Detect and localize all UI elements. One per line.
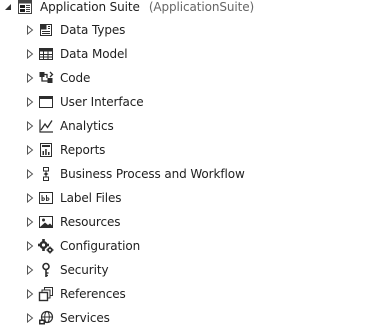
node-label: User Interface	[60, 95, 144, 109]
root-sublabel: (ApplicationSuite)	[148, 0, 255, 14]
collapsed-arrow-icon[interactable]	[25, 313, 35, 323]
node-label: Resources	[60, 215, 121, 229]
tree-node-data-model[interactable]: Data Model	[25, 44, 128, 64]
node-label: Analytics	[60, 119, 114, 133]
node-label: Label Files	[60, 191, 122, 205]
node-label: Configuration	[60, 239, 141, 253]
collapsed-arrow-icon[interactable]	[25, 217, 35, 227]
node-label: Services	[60, 311, 110, 325]
node-label: References	[60, 287, 126, 301]
tree-node-reports[interactable]: Reports	[25, 140, 105, 160]
globe-services-icon	[38, 310, 54, 326]
node-label: Reports	[60, 143, 106, 157]
image-resource-icon	[38, 214, 54, 230]
collapsed-arrow-icon[interactable]	[25, 169, 35, 179]
collapsed-arrow-icon[interactable]	[25, 97, 35, 107]
collapsed-arrow-icon[interactable]	[25, 265, 35, 275]
collapsed-arrow-icon[interactable]	[25, 241, 35, 251]
tree-node-data-types[interactable]: Data Types	[25, 20, 125, 40]
table-grid-icon	[38, 46, 54, 62]
data-types-icon	[38, 22, 54, 38]
project-icon	[17, 0, 33, 15]
report-icon	[38, 142, 54, 158]
collapsed-arrow-icon[interactable]	[25, 73, 35, 83]
window-icon	[38, 94, 54, 110]
node-label: Code	[60, 71, 91, 85]
tree-node-application-suite[interactable]: Application Suite (ApplicationSuite)	[3, 0, 254, 17]
tree-node-analytics[interactable]: Analytics	[25, 116, 114, 136]
gear-icon	[38, 238, 54, 254]
collapsed-arrow-icon[interactable]	[25, 49, 35, 59]
node-label: Business Process and Workflow	[60, 167, 245, 181]
line-chart-icon	[38, 118, 54, 134]
tree-node-configuration[interactable]: Configuration	[25, 236, 140, 256]
tree-node-business-process[interactable]: Business Process and Workflow	[25, 164, 245, 184]
stacked-references-icon	[38, 286, 54, 302]
tree-node-resources[interactable]: Resources	[25, 212, 120, 232]
tree-node-services[interactable]: Services	[25, 308, 110, 328]
tree-node-references[interactable]: References	[25, 284, 126, 304]
key-icon	[38, 262, 54, 278]
collapsed-arrow-icon[interactable]	[25, 193, 35, 203]
expanded-arrow-icon[interactable]	[3, 2, 13, 12]
collapsed-arrow-icon[interactable]	[25, 289, 35, 299]
tree-node-user-interface[interactable]: User Interface	[25, 92, 144, 112]
collapsed-arrow-icon[interactable]	[25, 25, 35, 35]
root-label: Application Suite	[40, 0, 140, 14]
label-file-icon	[38, 190, 54, 206]
code-flow-icon	[38, 70, 54, 86]
solution-tree: Application Suite (ApplicationSuite) Dat…	[0, 0, 390, 332]
node-label: Data Model	[60, 47, 128, 61]
node-label: Security	[60, 263, 109, 277]
node-label: Data Types	[60, 23, 126, 37]
tree-node-code[interactable]: Code	[25, 68, 90, 88]
workflow-icon	[38, 166, 54, 182]
tree-node-security[interactable]: Security	[25, 260, 109, 280]
tree-node-label-files[interactable]: Label Files	[25, 188, 122, 208]
collapsed-arrow-icon[interactable]	[25, 121, 35, 131]
collapsed-arrow-icon[interactable]	[25, 145, 35, 155]
